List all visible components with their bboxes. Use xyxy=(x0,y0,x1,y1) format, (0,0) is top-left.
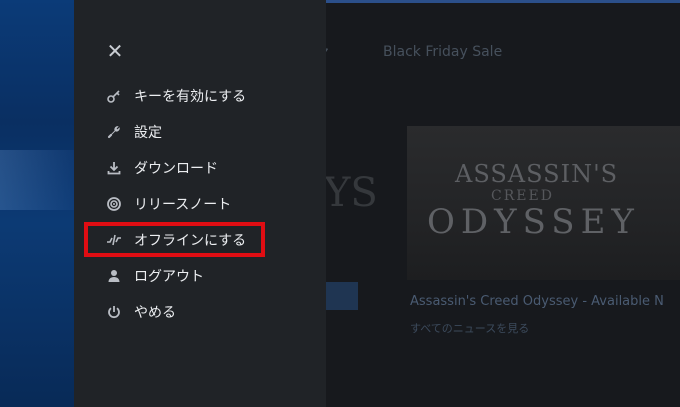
release-notes-icon xyxy=(104,194,124,214)
highlight-box xyxy=(84,222,265,257)
user-icon xyxy=(104,266,124,286)
close-icon[interactable]: ✕ xyxy=(106,41,124,61)
menu-item-logout[interactable]: ログアウト xyxy=(100,262,300,290)
hero-title-line1: ASSASSIN'S xyxy=(455,160,619,188)
power-icon xyxy=(104,302,124,322)
wrench-icon xyxy=(104,122,124,142)
menu-item-downloads[interactable]: ダウンロード xyxy=(100,154,300,182)
menu-item-label: ログアウト xyxy=(134,269,204,285)
download-icon xyxy=(104,158,124,178)
menu-item-label: ダウンロード xyxy=(134,161,218,177)
menu-item-label: 設定 xyxy=(134,125,162,141)
menu-item-label: キーを有効にする xyxy=(134,89,247,105)
nav-black-friday-tab[interactable]: Black Friday Sale xyxy=(383,44,502,60)
menu-item-settings[interactable]: 設定 xyxy=(100,118,300,146)
desktop-glow xyxy=(0,150,74,210)
news-title[interactable]: Assassin's Creed Odyssey - Available N xyxy=(410,294,664,309)
hero-partial-title: YS xyxy=(324,170,378,216)
menu-item-activate-key[interactable]: キーを有効にする xyxy=(100,82,300,110)
menu-item-quit[interactable]: やめる xyxy=(100,298,300,326)
desktop-background xyxy=(0,0,74,407)
menu-item-label: やめる xyxy=(134,305,176,321)
menu-item-label: リリースノート xyxy=(134,197,232,213)
news-hero-image[interactable]: ASSASSIN'S CREED ODYSSEY xyxy=(407,126,680,280)
hero-title-line3: ODYSSEY xyxy=(427,202,640,242)
key-icon xyxy=(104,86,124,106)
menu-item-release-notes[interactable]: リリースノート xyxy=(100,190,300,218)
all-news-link[interactable]: すべてのニュースを見る xyxy=(410,320,529,336)
